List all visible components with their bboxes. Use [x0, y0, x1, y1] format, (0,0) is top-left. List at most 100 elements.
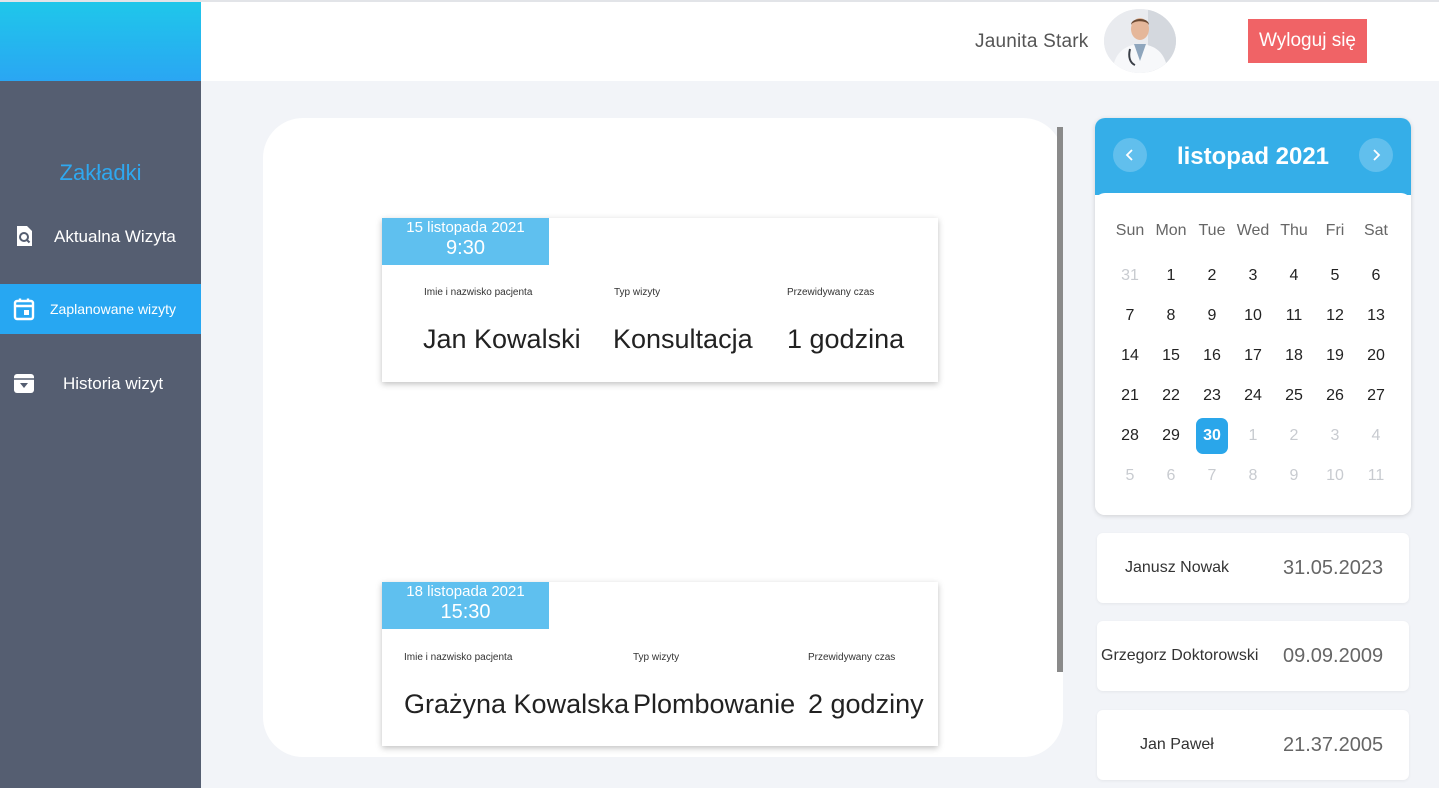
patient-column-header: Imie i nazwisko pacjenta — [404, 652, 513, 663]
calendar-day[interactable]: 8 — [1155, 298, 1187, 334]
calendar-day[interactable]: 7 — [1114, 298, 1146, 334]
sidebar-heading: Zakładki — [59, 160, 142, 185]
visit-time: 15:30 — [440, 601, 491, 623]
calendar-day[interactable]: 26 — [1319, 378, 1351, 414]
visit-time: 9:30 — [446, 237, 485, 259]
visit-date-box: 18 listopada 2021 15:30 — [382, 582, 549, 629]
user-name: Jaunita Stark — [975, 31, 1089, 52]
calendar-weekday: Fri — [1325, 222, 1345, 239]
calendar-weekday: Tue — [1198, 222, 1226, 239]
calendar-day[interactable]: 12 — [1319, 298, 1351, 334]
calendar-month-title: listopad 2021 — [1176, 143, 1330, 170]
chevron-right-icon — [1373, 149, 1381, 161]
calendar-day[interactable]: 7 — [1196, 458, 1228, 494]
patient-name: Grażyna Kowalska — [404, 689, 630, 719]
sidebar-item-label: Historia wizyt — [63, 374, 164, 393]
patient-list-name: Grzegorz Doktorowski — [1101, 647, 1259, 664]
calendar-day[interactable]: 14 — [1114, 338, 1146, 374]
calendar-day[interactable]: 27 — [1360, 378, 1392, 414]
calendar-day[interactable]: 19 — [1319, 338, 1351, 374]
patient-list-name: Jan Paweł — [1140, 736, 1214, 753]
calendar-day[interactable]: 4 — [1360, 418, 1392, 454]
doctor-avatar-icon — [1104, 9, 1176, 73]
calendar-day[interactable]: 5 — [1319, 258, 1351, 294]
sidebar-item-historia-wizyt[interactable]: Historia wizyt — [0, 358, 201, 408]
visit-date: 18 listopada 2021 — [406, 583, 525, 600]
duration-column-header: Przewidywany czas — [808, 652, 896, 663]
patient-list-item[interactable]: Janusz Nowak 31.05.2023 — [1097, 533, 1409, 603]
calendar-day[interactable]: 5 — [1114, 458, 1146, 494]
calendar-day[interactable]: 28 — [1114, 418, 1146, 454]
calendar-day[interactable]: 16 — [1196, 338, 1228, 374]
type-column-header: Typ wizyty — [633, 652, 680, 663]
calendar-day[interactable]: 29 — [1155, 418, 1187, 454]
calendar-day[interactable]: 2 — [1278, 418, 1310, 454]
calendar-day[interactable]: 10 — [1237, 298, 1269, 334]
calendar-day[interactable]: 15 — [1155, 338, 1187, 374]
calendar-day-selected[interactable]: 30 — [1196, 418, 1228, 454]
calendar-weekday: Sat — [1363, 222, 1388, 239]
visit-date: 15 listopada 2021 — [406, 219, 525, 236]
type-column-header: Typ wizyty — [614, 287, 661, 298]
sidebar-item-label: Aktualna Wizyta — [54, 227, 176, 246]
next-month-button[interactable] — [1359, 138, 1393, 172]
calendar-day[interactable]: 6 — [1360, 258, 1392, 294]
visit-type: Konsultacja — [613, 324, 753, 354]
calendar-day[interactable]: 9 — [1278, 458, 1310, 494]
visit-duration: 1 godzina — [787, 324, 905, 354]
visit-date-box: 15 listopada 2021 9:30 — [382, 218, 549, 265]
logo-area — [0, 2, 201, 81]
calendar-weekday: Wed — [1236, 222, 1270, 239]
calendar-day[interactable]: 24 — [1237, 378, 1269, 414]
sidebar — [0, 81, 201, 788]
patient-column-header: Imie i nazwisko pacjenta — [424, 287, 533, 298]
calendar-day[interactable]: 1 — [1237, 418, 1269, 454]
calendar-day[interactable]: 8 — [1237, 458, 1269, 494]
calendar-day[interactable]: 22 — [1155, 378, 1187, 414]
scrollbar[interactable] — [1057, 127, 1063, 672]
visit-type: Plombowanie — [633, 689, 796, 719]
sidebar-item-zaplanowane-wizyty[interactable]: Zaplanowane wizyty — [0, 284, 201, 334]
calendar-day[interactable]: 13 — [1360, 298, 1392, 334]
calendar: listopad 2021 Sun Mon Tue Wed Thu Fri Sat 31 1 2 3… — [1095, 118, 1411, 515]
calendar-weekday: Thu — [1280, 222, 1308, 239]
calendar-day[interactable]: 6 — [1155, 458, 1187, 494]
visit-card[interactable]: 15 listopada 2021 9:30 Imie i nazwisko p… — [382, 218, 938, 382]
calendar-day[interactable]: 11 — [1278, 298, 1310, 334]
calendar-day[interactable]: 10 — [1319, 458, 1351, 494]
patient-name: Jan Kowalski — [423, 324, 581, 354]
search-document-icon — [12, 224, 36, 248]
calendar-day[interactable]: 2 — [1196, 258, 1228, 294]
patient-list-date: 21.37.2005 — [1283, 734, 1384, 756]
calendar-day[interactable]: 21 — [1114, 378, 1146, 414]
patient-list-name: Janusz Nowak — [1125, 559, 1230, 576]
calendar-weekday: Mon — [1155, 222, 1187, 239]
patient-list-date: 31.05.2023 — [1283, 557, 1384, 579]
calendar-day[interactable]: 3 — [1237, 258, 1269, 294]
calendar-day[interactable]: 9 — [1196, 298, 1228, 334]
calendar-day[interactable]: 25 — [1278, 378, 1310, 414]
logout-button[interactable]: Wyloguj się — [1248, 19, 1367, 63]
calendar-day[interactable]: 1 — [1155, 258, 1187, 294]
sidebar-item-aktualna-wizyta[interactable]: Aktualna Wizyta — [0, 211, 201, 261]
chevron-left-icon — [1125, 149, 1133, 161]
avatar[interactable] — [1104, 9, 1176, 73]
calendar-day[interactable]: 23 — [1196, 378, 1228, 414]
patient-list-item[interactable]: Jan Paweł 21.37.2005 — [1097, 710, 1409, 780]
patient-list-item[interactable]: Grzegorz Doktorowski 09.09.2009 — [1097, 621, 1409, 691]
duration-column-header: Przewidywany czas — [787, 287, 875, 298]
calendar-day[interactable]: 17 — [1237, 338, 1269, 374]
archive-download-icon — [12, 371, 36, 395]
visit-card[interactable]: 18 listopada 2021 15:30 Imie i nazwisko … — [382, 582, 938, 746]
calendar-day[interactable]: 18 — [1278, 338, 1310, 374]
calendar-day[interactable]: 3 — [1319, 418, 1351, 454]
calendar-day[interactable]: 4 — [1278, 258, 1310, 294]
calendar-icon — [12, 297, 36, 321]
calendar-day[interactable]: 20 — [1360, 338, 1392, 374]
prev-month-button[interactable] — [1113, 138, 1147, 172]
visit-duration: 2 godziny — [808, 689, 924, 719]
calendar-day[interactable]: 11 — [1360, 458, 1392, 494]
sidebar-item-label: Zaplanowane wizyty — [50, 301, 177, 317]
patient-list-date: 09.09.2009 — [1283, 645, 1384, 667]
calendar-day[interactable]: 31 — [1114, 258, 1146, 294]
